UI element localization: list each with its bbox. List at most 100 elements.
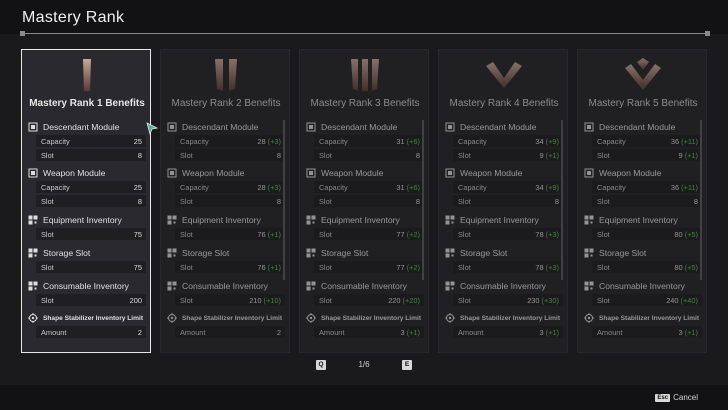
stat-bonus: (+11): [681, 182, 698, 192]
section-descendant-module: Descendant Module: [304, 119, 424, 135]
stat-value: 8: [693, 196, 698, 206]
stat-label: Slot: [458, 229, 471, 239]
stat-row: Amount 2: [36, 326, 146, 338]
stat-value: 34: [535, 136, 544, 146]
section-label: Equipment Inventory: [321, 215, 400, 225]
stat-value: 80: [674, 229, 683, 239]
stat-value-group: 25: [134, 137, 142, 146]
stat-label: Slot: [319, 150, 332, 160]
stat-row: Slot 200: [36, 294, 146, 306]
stat-row: Slot 80 (+5): [592, 261, 702, 273]
stat-row: Slot 9 (+1): [592, 149, 702, 161]
section-weapon-module: Weapon Module: [26, 165, 146, 181]
stat-value-group: 9 (+1): [540, 151, 559, 160]
stat-value: 9: [678, 150, 683, 160]
section-label: Storage Slot: [321, 248, 369, 258]
scrollbar[interactable]: [422, 120, 424, 280]
stat-value: 75: [133, 229, 142, 239]
rank-card-2[interactable]: Mastery Rank 2 Benefits Descendant Module…: [160, 49, 290, 353]
scrollbar[interactable]: [561, 120, 563, 280]
stat-label: Slot: [41, 229, 54, 239]
section-label: Descendant Module: [43, 122, 120, 132]
stat-row: Slot 77 (+2): [314, 228, 424, 240]
inventory-grid-icon: [445, 215, 455, 225]
rank-3-emblem: [345, 56, 385, 94]
stat-bonus: (+1): [684, 327, 698, 337]
inventory-grid-icon: [28, 248, 38, 258]
scrollbar[interactable]: [700, 120, 702, 280]
stat-row: Slot 230 (+30): [453, 294, 563, 306]
card-title: Mastery Rank 4 Benefits: [449, 98, 559, 109]
stat-bonus: (+3): [267, 136, 281, 146]
benefits-list: Descendant Module Capacity 31 (+6) Slot 8 Weap…: [304, 119, 424, 345]
shape-stabilizer-icon: [584, 313, 594, 323]
section-consumable-inventory: Consumable Inventory: [443, 278, 563, 294]
stat-value: 8: [276, 196, 281, 206]
stat-value: 3: [678, 327, 683, 337]
section-equipment-inventory: Equipment Inventory: [26, 212, 146, 228]
stat-row: Slot 80 (+5): [592, 228, 702, 240]
stat-label: Slot: [597, 196, 610, 206]
stat-row: Amount 3 (+1): [314, 326, 424, 338]
stat-label: Capacity: [180, 182, 209, 192]
inventory-grid-icon: [167, 215, 177, 225]
shape-stabilizer-icon: [445, 313, 455, 323]
section-storage-slot: Storage Slot: [304, 245, 424, 261]
stat-label: Slot: [41, 196, 54, 206]
next-page-key[interactable]: E: [402, 360, 412, 370]
inventory-grid-icon: [584, 215, 594, 225]
prev-page-key[interactable]: Q: [316, 360, 326, 370]
stat-label: Slot: [597, 262, 610, 272]
stat-label: Capacity: [458, 182, 487, 192]
section-label: Storage Slot: [599, 248, 647, 258]
stat-value: 2: [137, 327, 142, 337]
header-bar: Mastery Rank: [0, 0, 728, 34]
stat-bonus: (+6): [406, 182, 420, 192]
stat-bonus: (+9): [545, 182, 559, 192]
stat-label: Amount: [597, 327, 623, 337]
rank-card-3[interactable]: Mastery Rank 3 Benefits Descendant Module…: [299, 49, 429, 353]
module-icon: [445, 168, 455, 178]
section-storage-slot: Storage Slot: [443, 245, 563, 261]
section-consumable-inventory: Consumable Inventory: [165, 278, 285, 294]
section-label: Consumable Inventory: [460, 281, 546, 291]
stat-value: 75: [133, 262, 142, 272]
stat-value: 3: [539, 327, 544, 337]
module-icon: [167, 168, 177, 178]
stat-label: Slot: [597, 229, 610, 239]
stat-row: Slot 78 (+3): [453, 228, 563, 240]
cancel-label: Cancel: [673, 393, 698, 402]
section-label: Descendant Module: [599, 122, 676, 132]
stat-row: Slot 8: [314, 149, 424, 161]
section-label: Descendant Module: [182, 122, 259, 132]
section-label: Consumable Inventory: [182, 281, 268, 291]
stat-bonus: (+1): [545, 327, 559, 337]
section-storage-slot: Storage Slot: [26, 245, 146, 261]
stat-row: Slot 75: [36, 261, 146, 273]
stat-value-group: 78 (+3): [535, 230, 559, 239]
section-label: Weapon Module: [182, 168, 245, 178]
stat-label: Slot: [458, 295, 471, 305]
scrollbar[interactable]: [283, 120, 285, 280]
rank-card-1[interactable]: Mastery Rank 1 Benefits Descendant Module…: [21, 49, 151, 353]
section-label: Weapon Module: [321, 168, 384, 178]
stat-bonus: (+40): [680, 295, 698, 305]
section-label: Equipment Inventory: [43, 215, 122, 225]
stat-row: Capacity 36 (+11): [592, 181, 702, 193]
section-weapon-module: Weapon Module: [582, 165, 702, 181]
inventory-grid-icon: [167, 248, 177, 258]
section-weapon-module: Weapon Module: [165, 165, 285, 181]
stat-value-group: 240 (+40): [666, 296, 698, 305]
rank-card-4[interactable]: Mastery Rank 4 Benefits Descendant Module…: [438, 49, 568, 353]
stat-value: 8: [137, 150, 142, 160]
module-icon: [306, 168, 316, 178]
stat-row: Capacity 34 (+9): [453, 181, 563, 193]
stat-label: Amount: [41, 327, 67, 337]
shape-stabilizer-icon: [28, 313, 38, 323]
cancel-button[interactable]: Esc Cancel: [655, 393, 698, 402]
stat-value-group: 3 (+1): [401, 328, 420, 337]
title-divider: [20, 31, 710, 36]
stat-value: 77: [396, 262, 405, 272]
rank-card-5[interactable]: Mastery Rank 5 Benefits Descendant Module…: [577, 49, 707, 353]
stat-value: 31: [396, 182, 405, 192]
